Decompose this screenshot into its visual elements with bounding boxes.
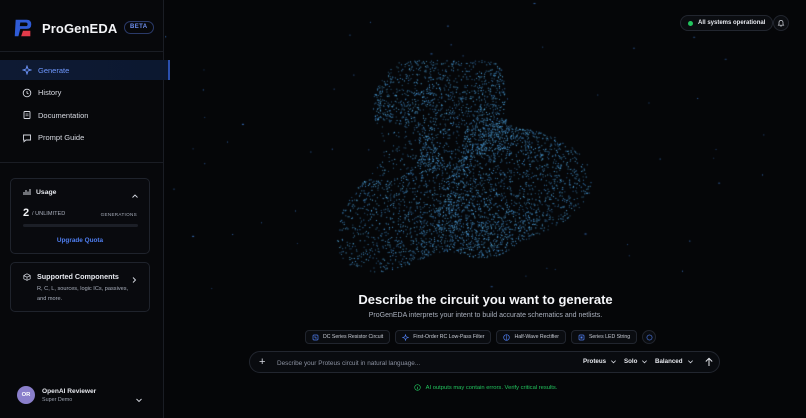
notifications-button[interactable] (773, 15, 789, 31)
chip-rc-low-pass-filter[interactable]: First-Order RC Low-Pass Filter (395, 330, 492, 344)
chevron-down-icon (610, 358, 617, 365)
bell-icon (777, 20, 785, 27)
progeneda-logo-icon (14, 19, 32, 37)
user-role: Super Demo (42, 397, 73, 403)
nav-label: Prompt Guide (38, 133, 85, 142)
chip-label: Series LED String (588, 334, 631, 340)
circuit-prompt-input[interactable] (277, 357, 567, 369)
hero-title: Describe the circuit you want to generat… (358, 292, 613, 307)
info-icon (414, 384, 421, 391)
clock-icon (22, 88, 32, 98)
chevron-up-icon[interactable] (131, 187, 139, 205)
nav-label: Documentation (38, 110, 89, 120)
send-button[interactable] (702, 355, 716, 369)
led-icon (578, 334, 585, 341)
add-attachment-button[interactable]: + (259, 356, 265, 369)
more-icon (646, 334, 653, 340)
tool-select-value: Proteus (583, 358, 607, 365)
disclaimer-text: AI outputs may contain errors. Verify cr… (425, 384, 558, 391)
cube-icon (23, 272, 31, 281)
mode-select[interactable]: Solo (624, 358, 648, 365)
ai-disclaimer: AI outputs may contain errors. Verify cr… (165, 384, 806, 391)
prompt-bar: + Proteus Solo Balanced (249, 351, 720, 373)
usage-limit: / UNLIMITED (32, 210, 66, 217)
user-name: OpenAI Reviewer (42, 388, 97, 395)
generations-label: GENERATIONS (100, 211, 137, 217)
chip-label: Half-Wave Rectifier (514, 334, 559, 340)
components-description: R, C, L, sources, logic ICs, passives, a… (37, 286, 129, 302)
sparkle-icon (22, 65, 32, 75)
divider (0, 162, 164, 163)
upgrade-quota-link[interactable]: Upgrade Quota (11, 237, 149, 244)
chip-label: First-Order RC Low-Pass Filter (413, 334, 485, 340)
main-area: All systems operational Describe the cir… (165, 0, 806, 418)
chat-icon (22, 133, 32, 143)
supported-components-card[interactable]: Supported Components R, C, L, sources, l… (10, 262, 150, 312)
chip-label: DC Series Resistor Circuit (323, 334, 384, 340)
chevron-down-icon (641, 358, 648, 365)
usage-title: Usage (36, 188, 57, 196)
divider (0, 51, 164, 52)
status-label: All systems operational (698, 20, 766, 26)
hero-subtitle: ProGenEDA interprets your intent to buil… (368, 312, 603, 319)
main-nav: Generate History Documentation Prompt Gu… (0, 60, 170, 150)
beta-badge: BETA (124, 21, 154, 34)
nav-item-prompt-guide[interactable]: Prompt Guide (0, 128, 170, 148)
resistor-icon (312, 334, 319, 341)
components-header: Supported Components (23, 272, 119, 281)
example-prompt-chips: DC Series Resistor Circuit First-Order R… (305, 330, 661, 344)
book-icon (22, 110, 32, 120)
system-status-badge[interactable]: All systems operational (680, 15, 774, 31)
nav-label: Generate (38, 65, 70, 75)
nav-item-history[interactable]: History (0, 83, 170, 103)
nav-label: History (38, 88, 62, 97)
usage-progress-bar (23, 224, 138, 227)
sidebar: ProGenEDA BETA Generate History Document… (0, 0, 170, 418)
mode-select-value: Solo (624, 358, 638, 365)
usage-card: Usage 2 / UNLIMITED GENERATIONS Upgrade … (10, 178, 150, 254)
quality-select-value: Balanced (655, 358, 683, 365)
rectifier-icon (503, 333, 511, 341)
brand-name: ProGenEDA (42, 20, 118, 36)
usage-header: Usage (23, 188, 56, 196)
chevron-down-icon[interactable] (135, 391, 143, 409)
filter-icon (402, 333, 410, 341)
nav-item-generate[interactable]: Generate (0, 60, 170, 80)
chevron-down-icon (687, 358, 694, 365)
chip-series-led-string[interactable]: Series LED String (570, 330, 638, 344)
bar-chart-icon (23, 188, 31, 196)
components-title: Supported Components (37, 272, 119, 281)
tool-select[interactable]: Proteus (583, 358, 617, 365)
quality-select[interactable]: Balanced (655, 358, 694, 365)
nav-item-documentation[interactable]: Documentation (0, 105, 170, 125)
chip-half-wave-rectifier[interactable]: Half-Wave Rectifier (496, 330, 566, 344)
usage-count: 2 (23, 207, 30, 219)
user-menu[interactable]: OR OpenAI Reviewer Super Demo (0, 380, 164, 410)
chip-dc-series-resistor[interactable]: DC Series Resistor Circuit (305, 330, 391, 344)
more-examples-button[interactable] (642, 330, 657, 344)
brand[interactable]: ProGenEDA (12, 16, 117, 40)
avatar: OR (17, 386, 35, 404)
status-dot-icon (688, 20, 693, 26)
arrow-up-icon (705, 357, 713, 366)
